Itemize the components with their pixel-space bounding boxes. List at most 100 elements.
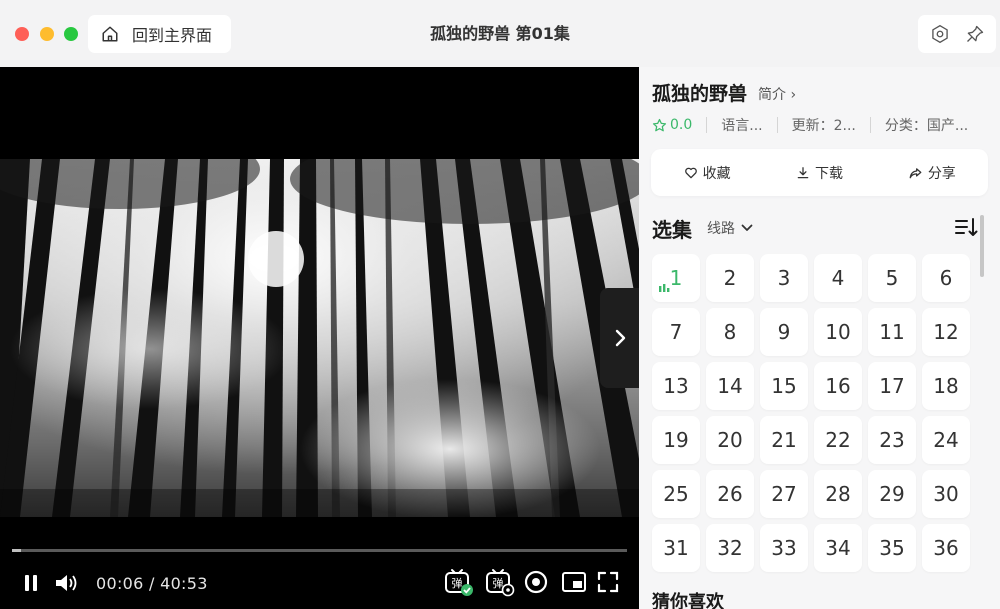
player-controls: 00:06 / 40:53 弹 弹 bbox=[0, 567, 639, 603]
episode-number: 14 bbox=[717, 374, 743, 398]
episode-button[interactable]: 10 bbox=[814, 308, 862, 356]
episode-button[interactable]: 30 bbox=[922, 470, 970, 518]
episode-button[interactable]: 17 bbox=[868, 362, 916, 410]
progress-fill bbox=[12, 549, 21, 552]
settings-icon[interactable] bbox=[930, 24, 950, 44]
episode-button[interactable]: 8 bbox=[706, 308, 754, 356]
episode-number: 31 bbox=[663, 536, 689, 560]
pin-icon[interactable] bbox=[965, 24, 985, 44]
episode-number: 20 bbox=[717, 428, 743, 452]
episode-button[interactable]: 28 bbox=[814, 470, 862, 518]
share-icon bbox=[909, 167, 922, 178]
episode-button[interactable]: 33 bbox=[760, 524, 808, 572]
share-button[interactable]: 分享 bbox=[876, 163, 988, 183]
video-player[interactable]: 00:06 / 40:53 弹 弹 bbox=[0, 67, 639, 609]
route-selector[interactable]: 线路 bbox=[707, 218, 753, 238]
episode-button[interactable]: 13 bbox=[652, 362, 700, 410]
episodes-scrollbar[interactable] bbox=[980, 215, 984, 277]
episode-number: 10 bbox=[825, 320, 851, 344]
episode-number: 29 bbox=[879, 482, 905, 506]
sort-icon[interactable] bbox=[954, 216, 978, 238]
episode-button[interactable]: 18 bbox=[922, 362, 970, 410]
episode-button[interactable]: 7 bbox=[652, 308, 700, 356]
episode-number: 3 bbox=[777, 266, 791, 290]
side-panel: 孤独的野兽 简介 › 0.0 语言... 更新：2... 分类：国产... 收藏… bbox=[639, 67, 1000, 609]
intro-link[interactable]: 简介 › bbox=[758, 84, 796, 104]
episode-button[interactable]: 1 bbox=[652, 254, 700, 302]
episode-button[interactable]: 32 bbox=[706, 524, 754, 572]
episode-button[interactable]: 9 bbox=[760, 308, 808, 356]
episode-button[interactable]: 16 bbox=[814, 362, 862, 410]
danmaku-on-icon[interactable]: 弹 bbox=[444, 568, 474, 598]
share-label: 分享 bbox=[927, 165, 956, 182]
episode-number: 24 bbox=[933, 428, 959, 452]
episode-button[interactable]: 26 bbox=[706, 470, 754, 518]
video-frame bbox=[0, 159, 639, 517]
episode-button[interactable]: 12 bbox=[922, 308, 970, 356]
episode-number: 34 bbox=[825, 536, 851, 560]
episode-button[interactable]: 14 bbox=[706, 362, 754, 410]
episode-button[interactable]: 19 bbox=[652, 416, 700, 464]
episode-number: 16 bbox=[825, 374, 851, 398]
episode-number: 9 bbox=[777, 320, 791, 344]
download-button[interactable]: 下载 bbox=[763, 163, 875, 183]
episode-button[interactable]: 11 bbox=[868, 308, 916, 356]
pause-icon[interactable] bbox=[22, 571, 40, 595]
next-episode-tab[interactable] bbox=[600, 288, 639, 388]
title-bar: 孤独的野兽 第01集 回到主界面 bbox=[0, 0, 1000, 67]
episode-number: 13 bbox=[663, 374, 689, 398]
progress-bar[interactable] bbox=[12, 549, 627, 552]
action-bar: 收藏 下载 分享 bbox=[651, 149, 988, 196]
record-icon[interactable] bbox=[523, 569, 549, 595]
episode-grid: 1 2 3 4 5 6 7 8 9 10 11 12 13 14 15 16 17 18 19 20 21 22 23 24 2… bbox=[652, 254, 972, 572]
favorite-button[interactable]: 收藏 bbox=[651, 163, 763, 183]
episode-button[interactable]: 3 bbox=[760, 254, 808, 302]
episode-number: 6 bbox=[939, 266, 953, 290]
volume-icon[interactable] bbox=[54, 571, 80, 595]
episode-button[interactable]: 15 bbox=[760, 362, 808, 410]
episode-number: 1 bbox=[669, 266, 683, 290]
episode-number: 33 bbox=[771, 536, 797, 560]
episode-button[interactable]: 6 bbox=[922, 254, 970, 302]
show-title: 孤独的野兽 bbox=[652, 83, 748, 105]
episode-number: 11 bbox=[879, 320, 905, 344]
episode-button[interactable]: 31 bbox=[652, 524, 700, 572]
episode-number: 27 bbox=[771, 482, 797, 506]
episode-number: 25 bbox=[663, 482, 689, 506]
episode-number: 19 bbox=[663, 428, 689, 452]
episode-button[interactable]: 29 bbox=[868, 470, 916, 518]
episode-button[interactable]: 22 bbox=[814, 416, 862, 464]
episode-number: 7 bbox=[669, 320, 683, 344]
episode-button[interactable]: 23 bbox=[868, 416, 916, 464]
episode-button[interactable]: 24 bbox=[922, 416, 970, 464]
episode-number: 26 bbox=[717, 482, 743, 506]
episode-button[interactable]: 27 bbox=[760, 470, 808, 518]
episode-button[interactable]: 35 bbox=[868, 524, 916, 572]
home-button-label: 回到主界面 bbox=[132, 26, 213, 45]
language: 语言... bbox=[721, 118, 763, 134]
episode-button[interactable]: 36 bbox=[922, 524, 970, 572]
heart-icon bbox=[684, 167, 697, 178]
episode-number: 23 bbox=[879, 428, 905, 452]
episode-number: 30 bbox=[933, 482, 959, 506]
meta-divider bbox=[706, 117, 708, 133]
episode-button[interactable]: 25 bbox=[652, 470, 700, 518]
danmaku-settings-icon[interactable]: 弹 bbox=[485, 568, 515, 598]
download-label: 下载 bbox=[814, 165, 843, 182]
current-time: 00:06 bbox=[96, 574, 144, 593]
episode-button[interactable]: 2 bbox=[706, 254, 754, 302]
episode-button[interactable]: 20 bbox=[706, 416, 754, 464]
fullscreen-icon[interactable] bbox=[596, 570, 620, 594]
episode-number: 5 bbox=[885, 266, 899, 290]
category: 分类：国产... bbox=[884, 118, 969, 134]
duration: 40:53 bbox=[160, 574, 208, 593]
recommend-heading: 猜你喜欢 bbox=[652, 592, 724, 609]
episode-button[interactable]: 4 bbox=[814, 254, 862, 302]
episode-button[interactable]: 21 bbox=[760, 416, 808, 464]
picture-in-picture-icon[interactable] bbox=[561, 570, 587, 594]
episode-button[interactable]: 5 bbox=[868, 254, 916, 302]
time-display: 00:06 / 40:53 bbox=[96, 574, 208, 593]
home-button[interactable]: 回到主界面 bbox=[88, 15, 231, 53]
home-icon bbox=[102, 26, 118, 42]
episode-button[interactable]: 34 bbox=[814, 524, 862, 572]
